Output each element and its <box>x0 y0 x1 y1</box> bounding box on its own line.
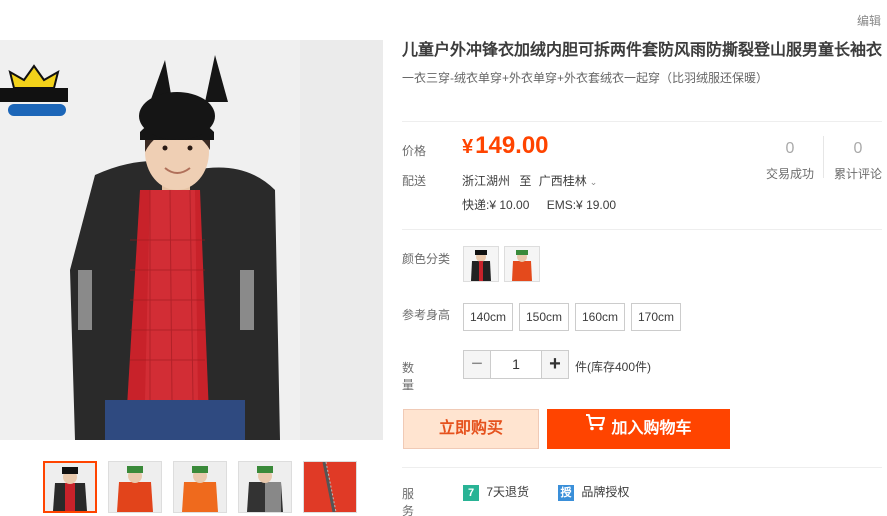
color-swatch-orange[interactable] <box>504 246 540 282</box>
brand-logo-graphic <box>0 64 68 116</box>
decrease-button[interactable]: − <box>463 350 491 379</box>
stat-reviews[interactable]: 0 累计评论 <box>832 140 884 182</box>
return-7day-icon: 7 <box>463 484 479 501</box>
divider <box>402 467 882 468</box>
thumbnail-5[interactable] <box>303 461 357 513</box>
stat-reviews-label: 累计评论 <box>833 167 882 181</box>
thumbnail-5-image <box>304 462 356 512</box>
currency-symbol: ¥ <box>462 136 474 158</box>
thumbnail-1-image <box>45 463 95 511</box>
size-option-140[interactable]: 140cm <box>463 303 514 331</box>
stat-reviews-num: 0 <box>853 140 863 157</box>
service-brand-auth-text: 品牌授权 <box>581 485 630 499</box>
service-brand-auth[interactable]: 授 品牌授权 <box>558 483 629 501</box>
thumbnail-1[interactable] <box>43 461 97 513</box>
ems-fee: EMS:¥ 19.00 <box>546 198 617 212</box>
service-label: 服务 <box>402 487 415 516</box>
thumbnail-strip <box>43 461 357 513</box>
ship-to-word: 至 <box>519 174 532 188</box>
color-swatch-black[interactable] <box>463 246 499 282</box>
thumbnail-2[interactable] <box>108 461 162 513</box>
price-amount: 149.00 <box>475 132 549 159</box>
brand-logo <box>0 62 70 122</box>
shipping-fees: 快递:¥ 10.00 EMS:¥ 19.00 <box>462 196 630 213</box>
stat-divider <box>823 136 824 178</box>
service-7day-return-text: 7天退货 <box>486 485 530 499</box>
edit-link[interactable]: 编辑 <box>857 12 881 29</box>
express-fee: 快递:¥ 10.00 <box>462 198 530 212</box>
cart-icon <box>585 407 606 447</box>
price-value: ¥149.00 <box>462 132 549 160</box>
color-swatch-orange-image <box>505 247 539 281</box>
brand-auth-icon: 授 <box>558 484 574 501</box>
color-label: 颜色分类 <box>402 252 451 266</box>
thumbnail-2-image <box>109 462 161 512</box>
size-option-150[interactable]: 150cm <box>519 303 570 331</box>
size-option-160[interactable]: 160cm <box>575 303 626 331</box>
stat-deals[interactable]: 0 交易成功 <box>764 140 816 182</box>
ship-to-selector[interactable]: 广西桂林 <box>539 174 587 188</box>
shipping-route: 浙江湖州 至 广西桂林 ⌄ <box>462 172 597 189</box>
quantity-label: 数量 <box>402 361 415 392</box>
product-title: 儿童户外冲锋衣加绒内胆可拆两件套防风雨防撕裂登山服男童长袖衣 <box>402 42 883 59</box>
divider <box>402 229 882 230</box>
add-to-cart-label: 加入购物车 <box>611 420 692 437</box>
chevron-down-icon[interactable]: ⌄ <box>590 177 598 187</box>
quantity-stepper: − 1 + <box>463 350 569 379</box>
price-label: 价格 <box>402 144 427 158</box>
thumbnail-3[interactable] <box>173 461 227 513</box>
buy-now-button[interactable]: 立即购买 <box>403 409 539 449</box>
quantity-input[interactable]: 1 <box>491 350 541 379</box>
size-option-170[interactable]: 170cm <box>631 303 682 331</box>
shipping-label: 配送 <box>402 174 427 188</box>
thumbnail-3-image <box>174 462 226 512</box>
main-product-image[interactable] <box>0 40 383 440</box>
service-7day-return[interactable]: 7 7天退货 <box>463 483 529 501</box>
cart-icon-graphic <box>586 414 606 431</box>
thumbnail-4[interactable] <box>238 461 292 513</box>
price-panel: 价格 ¥149.00 配送 浙江湖州 至 广西桂林 ⌄ 快递:¥ 10.00 EM… <box>402 122 882 222</box>
ship-from: 浙江湖州 <box>462 174 511 188</box>
product-subtitle: 一衣三穿-绒衣单穿+外衣单穿+外衣套绒衣一起穿（比羽绒服还保暖） <box>402 71 769 85</box>
color-swatch-black-image <box>464 247 498 281</box>
increase-button[interactable]: + <box>541 350 569 379</box>
stat-deals-label: 交易成功 <box>765 167 814 181</box>
size-label: 参考身高 <box>402 308 451 322</box>
stock-text: 件(库存400件) <box>575 360 652 374</box>
product-info: 儿童户外冲锋衣加绒内胆可拆两件套防风雨防撕裂登山服男童长袖衣 一衣三穿-绒衣单穿… <box>402 40 882 86</box>
stat-deals-num: 0 <box>785 140 795 157</box>
thumbnail-4-image <box>239 462 291 512</box>
add-to-cart-button[interactable]: 加入购物车 <box>547 409 730 449</box>
